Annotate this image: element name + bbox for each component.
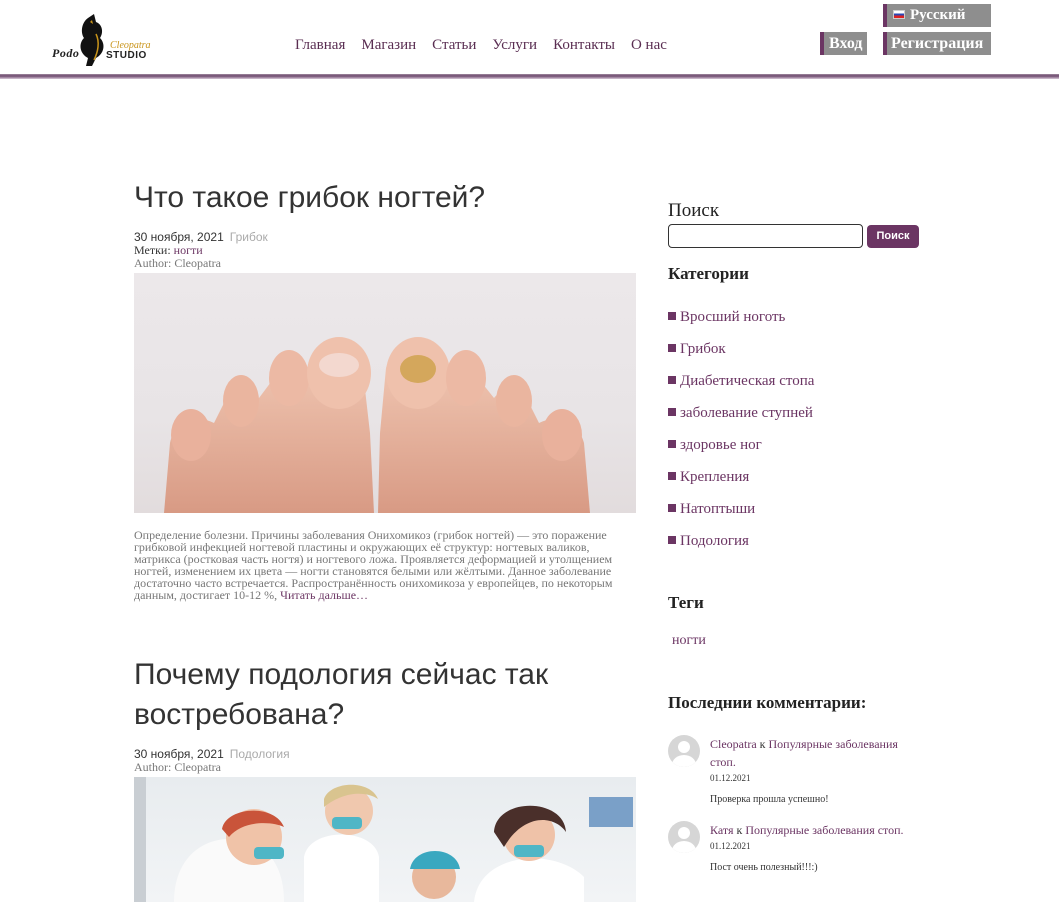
post-tags-label: Метки: <box>134 243 171 257</box>
read-more-link[interactable]: Читать дальше… <box>280 588 368 602</box>
category-label: Крепления <box>680 469 750 485</box>
post-image-clinic[interactable] <box>134 777 636 902</box>
category-item[interactable]: Подология <box>668 525 928 557</box>
search-widget-title: Поиск <box>668 200 720 221</box>
post-title[interactable]: Почему подология сейчас так востребована… <box>134 655 636 735</box>
square-bullet-icon <box>668 312 676 321</box>
nav-item-contacts[interactable]: Контакты <box>553 36 615 54</box>
comment-heading: Катя к Популярные заболевания стоп. <box>710 821 925 839</box>
category-item[interactable]: здоровье ног <box>668 429 928 461</box>
comment-on-label: к <box>759 737 766 751</box>
category-label: Вросший ноготь <box>680 309 786 325</box>
post-category-link[interactable]: Грибок <box>230 230 268 244</box>
comment-text: Пост очень полезный!!!:) <box>710 862 818 873</box>
category-label: Подология <box>680 533 749 549</box>
category-label: здоровье ног <box>680 437 762 453</box>
post-card: Почему подология сейчас так востребована… <box>134 655 636 902</box>
comment-heading: Cleopatra к Популярные заболевания стоп. <box>710 735 925 771</box>
square-bullet-icon <box>668 440 676 449</box>
nav-item-services[interactable]: Услуги <box>492 36 537 54</box>
tag-cloud: ногти <box>668 631 928 649</box>
post-author: Author: Cleopatra <box>134 256 221 270</box>
post-excerpt-text: Определение болезни. Причины заболевания… <box>134 528 613 602</box>
comment-text: Проверка прошла успешно! <box>710 794 829 805</box>
comment-author-link[interactable]: Катя <box>710 823 733 837</box>
recent-comments-title: Последнии комментарии: <box>668 693 867 712</box>
nav-item-articles[interactable]: Статьи <box>432 36 476 54</box>
language-label: Русский <box>910 7 966 23</box>
comment-item: Катя к Популярные заболевания стоп. 01.1… <box>668 821 928 905</box>
main-nav: Главная Магазин Статьи Услуги Контакты О… <box>295 36 683 54</box>
post-meta: 30 ноября, 2021 Подология <box>134 747 636 761</box>
category-label: заболевание ступней <box>680 405 813 421</box>
comment-date: 01.12.2021 <box>710 841 751 851</box>
post-author: Author: Cleopatra <box>134 760 221 774</box>
search-button[interactable]: Поиск <box>867 224 919 248</box>
category-label: Диабетическая стопа <box>680 373 815 389</box>
nav-item-about[interactable]: О нас <box>631 36 667 54</box>
logo-text-podo: Podo <box>52 46 80 60</box>
register-button[interactable]: Регистрация <box>883 32 991 55</box>
language-switcher[interactable]: Русский <box>883 4 991 27</box>
post-title[interactable]: Что такое грибок ногтей? <box>134 178 636 218</box>
post-date: 30 ноября, 2021 <box>134 747 224 761</box>
category-label: Натоптыши <box>680 501 756 517</box>
category-label: Грибок <box>680 341 726 357</box>
post-meta: 30 ноября, 2021 Грибок <box>134 230 636 244</box>
square-bullet-icon <box>668 472 676 481</box>
square-bullet-icon <box>668 408 676 417</box>
header-divider <box>0 74 1059 79</box>
nav-item-home[interactable]: Главная <box>295 36 345 54</box>
sidebar: Поиск Поиск Категории Вросший ноготь Гри… <box>668 200 928 905</box>
logo-text-studio: STUDIO <box>106 50 147 61</box>
russian-flag-icon <box>893 9 905 19</box>
comment-item: Cleopatra к Популярные заболевания стоп.… <box>668 735 928 825</box>
post-image-feet[interactable] <box>134 273 636 513</box>
site-logo[interactable]: Podo Cleopatra STUDIO <box>50 14 151 68</box>
tags-title: Теги <box>668 593 704 612</box>
post-category-link[interactable]: Подология <box>230 747 290 761</box>
square-bullet-icon <box>668 344 676 353</box>
square-bullet-icon <box>668 376 676 385</box>
post-tag-link[interactable]: ногти <box>174 243 203 257</box>
avatar <box>668 821 700 853</box>
login-button[interactable]: Вход <box>820 32 867 55</box>
comment-post-link[interactable]: Популярные заболевания стоп. <box>745 823 903 837</box>
square-bullet-icon <box>668 504 676 513</box>
category-item[interactable]: Крепления <box>668 461 928 493</box>
category-item[interactable]: Вросший ноготь <box>668 301 928 333</box>
tag-link[interactable]: ногти <box>668 633 706 648</box>
category-item[interactable]: заболевание ступней <box>668 397 928 429</box>
post-date: 30 ноября, 2021 <box>134 230 224 244</box>
comment-date: 01.12.2021 <box>710 773 751 783</box>
nav-item-shop[interactable]: Магазин <box>361 36 416 54</box>
comment-author-link[interactable]: Cleopatra <box>710 737 757 751</box>
avatar <box>668 735 700 767</box>
search-form: Поиск <box>668 224 928 248</box>
post-excerpt: Определение болезни. Причины заболевания… <box>134 529 636 601</box>
square-bullet-icon <box>668 536 676 545</box>
post-card: Что такое грибок ногтей? 30 ноября, 2021… <box>134 178 636 601</box>
comment-on-label: к <box>736 823 743 837</box>
category-item[interactable]: Диабетическая стопа <box>668 365 928 397</box>
category-item[interactable]: Грибок <box>668 333 928 365</box>
category-item[interactable]: Натоптыши <box>668 493 928 525</box>
categories-title: Категории <box>668 264 749 283</box>
search-input[interactable] <box>668 224 863 248</box>
categories-list: Вросший ноготь Грибок Диабетическая стоп… <box>668 301 928 557</box>
site-header: Podo Cleopatra STUDIO Главная Магазин Ст… <box>0 0 1059 76</box>
